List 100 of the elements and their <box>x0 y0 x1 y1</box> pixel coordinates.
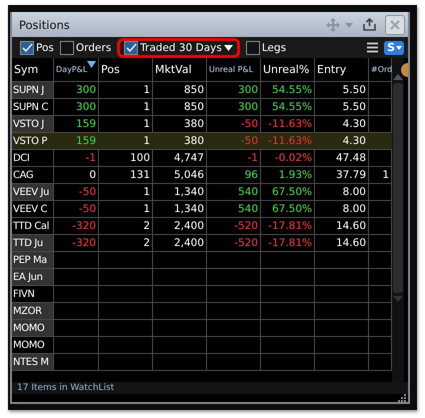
table-row[interactable]: VSTO P 159 1 380 -50 -11.63% 4.30 <box>12 133 392 149</box>
symbol-cell: CAG <box>12 167 53 183</box>
table-cell: 54.55% <box>261 82 314 98</box>
table-cell: 8.00 <box>315 201 368 217</box>
filter-checkbox[interactable]: Legs <box>246 40 286 54</box>
table-cell: 300 <box>54 99 98 115</box>
symbol-cell: VSTO J <box>12 116 53 132</box>
move-icon[interactable] <box>326 18 354 32</box>
table-cell: 67.50% <box>261 184 314 200</box>
table-cell: 1 <box>99 201 152 217</box>
table-cell: -320 <box>54 218 98 234</box>
table-cell: 159 <box>54 116 98 132</box>
table-cell: 54.55% <box>261 99 314 115</box>
table-cell: -50 <box>207 116 260 132</box>
column-header[interactable]: Unreal P&L <box>207 58 260 81</box>
table-cell: 300 <box>54 82 98 98</box>
resize-grip-icon[interactable] <box>398 394 406 402</box>
table-cell: 1 <box>369 167 391 183</box>
column-header[interactable]: Unreal% <box>261 58 314 81</box>
table-row[interactable]: MOMO <box>12 320 392 336</box>
table-cell: 47.48 <box>315 150 368 166</box>
table-cell: -520 <box>207 235 260 251</box>
column-header[interactable]: #Ord <box>369 58 391 81</box>
table-cell: -17.81% <box>261 235 314 251</box>
table-row[interactable]: TTD Cal -320 2 2,400 -520 -17.81% 14.60 <box>12 218 392 234</box>
menu-icon[interactable] <box>367 42 378 53</box>
symbol-cell: MZOR <box>12 303 53 319</box>
table-row[interactable]: PEP Ma <box>12 252 392 268</box>
column-header[interactable]: Sym <box>12 58 53 81</box>
checkmark-icon <box>21 42 33 54</box>
table-cell: 1,340 <box>153 184 206 200</box>
table-cell: -50 <box>54 201 98 217</box>
table-cell: 5.50 <box>315 99 368 115</box>
scroll-up-icon[interactable] <box>393 74 403 80</box>
table-cell: 5,046 <box>153 167 206 183</box>
symbol-cell: SUPN C <box>12 99 53 115</box>
table-row[interactable]: TTD Ju -320 2 2,400 -520 -17.81% 14.60 <box>12 235 392 251</box>
table-cell: 380 <box>153 116 206 132</box>
table-row[interactable]: MZOR <box>12 303 392 319</box>
table-cell: 1 <box>99 116 152 132</box>
table-cell: 1 <box>99 82 152 98</box>
caret-icon <box>396 46 402 50</box>
table-row[interactable]: NTES M <box>12 354 392 370</box>
table-cell: -1 <box>207 150 260 166</box>
table-cell: 540 <box>207 184 260 200</box>
table-cell: 2 <box>99 235 152 251</box>
table-cell: -50 <box>54 184 98 200</box>
symbol-cell: PEP Ma <box>12 252 53 268</box>
symbol-cell: VEEV C <box>12 201 53 217</box>
caret-icon[interactable] <box>224 44 233 50</box>
table-cell: 0 <box>54 167 98 183</box>
table-row[interactable]: EA Jun <box>12 269 392 285</box>
close-icon <box>389 18 401 30</box>
table-row[interactable]: FIVN <box>12 286 392 302</box>
pop-out-icon[interactable] <box>363 18 376 31</box>
column-header[interactable]: Entry <box>315 58 368 81</box>
sort-arrow-icon <box>87 61 96 68</box>
table-cell: -11.63% <box>261 116 314 132</box>
table-row[interactable]: DCI -1 100 4,747 -1 -0.02% 47.48 <box>12 150 392 166</box>
filter-checkbox[interactable]: Orders <box>60 40 112 54</box>
s-menu-button[interactable]: S <box>384 40 404 54</box>
symbol-cell: TTD Cal <box>12 218 53 234</box>
table-row[interactable]: VEEV C -50 1 1,340 540 67.50% 8.00 <box>12 201 392 217</box>
table-cell: 1,340 <box>153 201 206 217</box>
filter-checkbox[interactable]: Traded 30 Days <box>117 38 240 58</box>
table-row[interactable]: SUPN C 300 1 850 300 54.55% 5.50 <box>12 99 392 115</box>
symbol-cell: MOMO <box>12 320 53 336</box>
table-cell: 100 <box>99 150 152 166</box>
column-header[interactable]: DayP&L <box>54 58 98 81</box>
table-cell: 4,747 <box>153 150 206 166</box>
window-title: Positions <box>19 18 71 32</box>
scroll-down-icon[interactable] <box>393 296 403 302</box>
table-cell: 37.79 <box>315 167 368 183</box>
filter-checkbox[interactable]: Pos <box>20 40 54 54</box>
table-cell: 4.30 <box>315 116 368 132</box>
table-cell: 1.93% <box>261 167 314 183</box>
symbol-cell: FIVN <box>12 286 53 302</box>
table-cell: -17.81% <box>261 218 314 234</box>
symbol-cell: NTES M <box>12 354 53 370</box>
table-row[interactable]: CAG 0 131 5,046 96 1.93% 37.79 1 <box>12 167 392 183</box>
symbol-cell: VEEV Ju <box>12 184 53 200</box>
symbol-cell: EA Jun <box>12 269 53 285</box>
column-header[interactable]: Pos <box>99 58 152 81</box>
table-cell: 2 <box>99 218 152 234</box>
table-cell: 8.00 <box>315 184 368 200</box>
table-row[interactable]: MOMO <box>12 337 392 353</box>
table-cell: 850 <box>153 82 206 98</box>
symbol-cell: MOMO <box>12 337 53 353</box>
table-cell: 14.60 <box>315 218 368 234</box>
table-row[interactable]: SUPN J 300 1 850 300 54.55% 5.50 <box>12 82 392 98</box>
scrollbar[interactable] <box>392 58 404 382</box>
table-cell: 14.60 <box>315 235 368 251</box>
close-button[interactable] <box>385 14 405 34</box>
table-cell: -1 <box>54 150 98 166</box>
table-cell: 2,400 <box>153 218 206 234</box>
table-cell: -320 <box>54 235 98 251</box>
table-row[interactable]: VSTO J 159 1 380 -50 -11.63% 4.30 <box>12 116 392 132</box>
column-header[interactable]: MktVal <box>153 58 206 81</box>
table-cell: 1 <box>99 99 152 115</box>
table-row[interactable]: VEEV Ju -50 1 1,340 540 67.50% 8.00 <box>12 184 392 200</box>
